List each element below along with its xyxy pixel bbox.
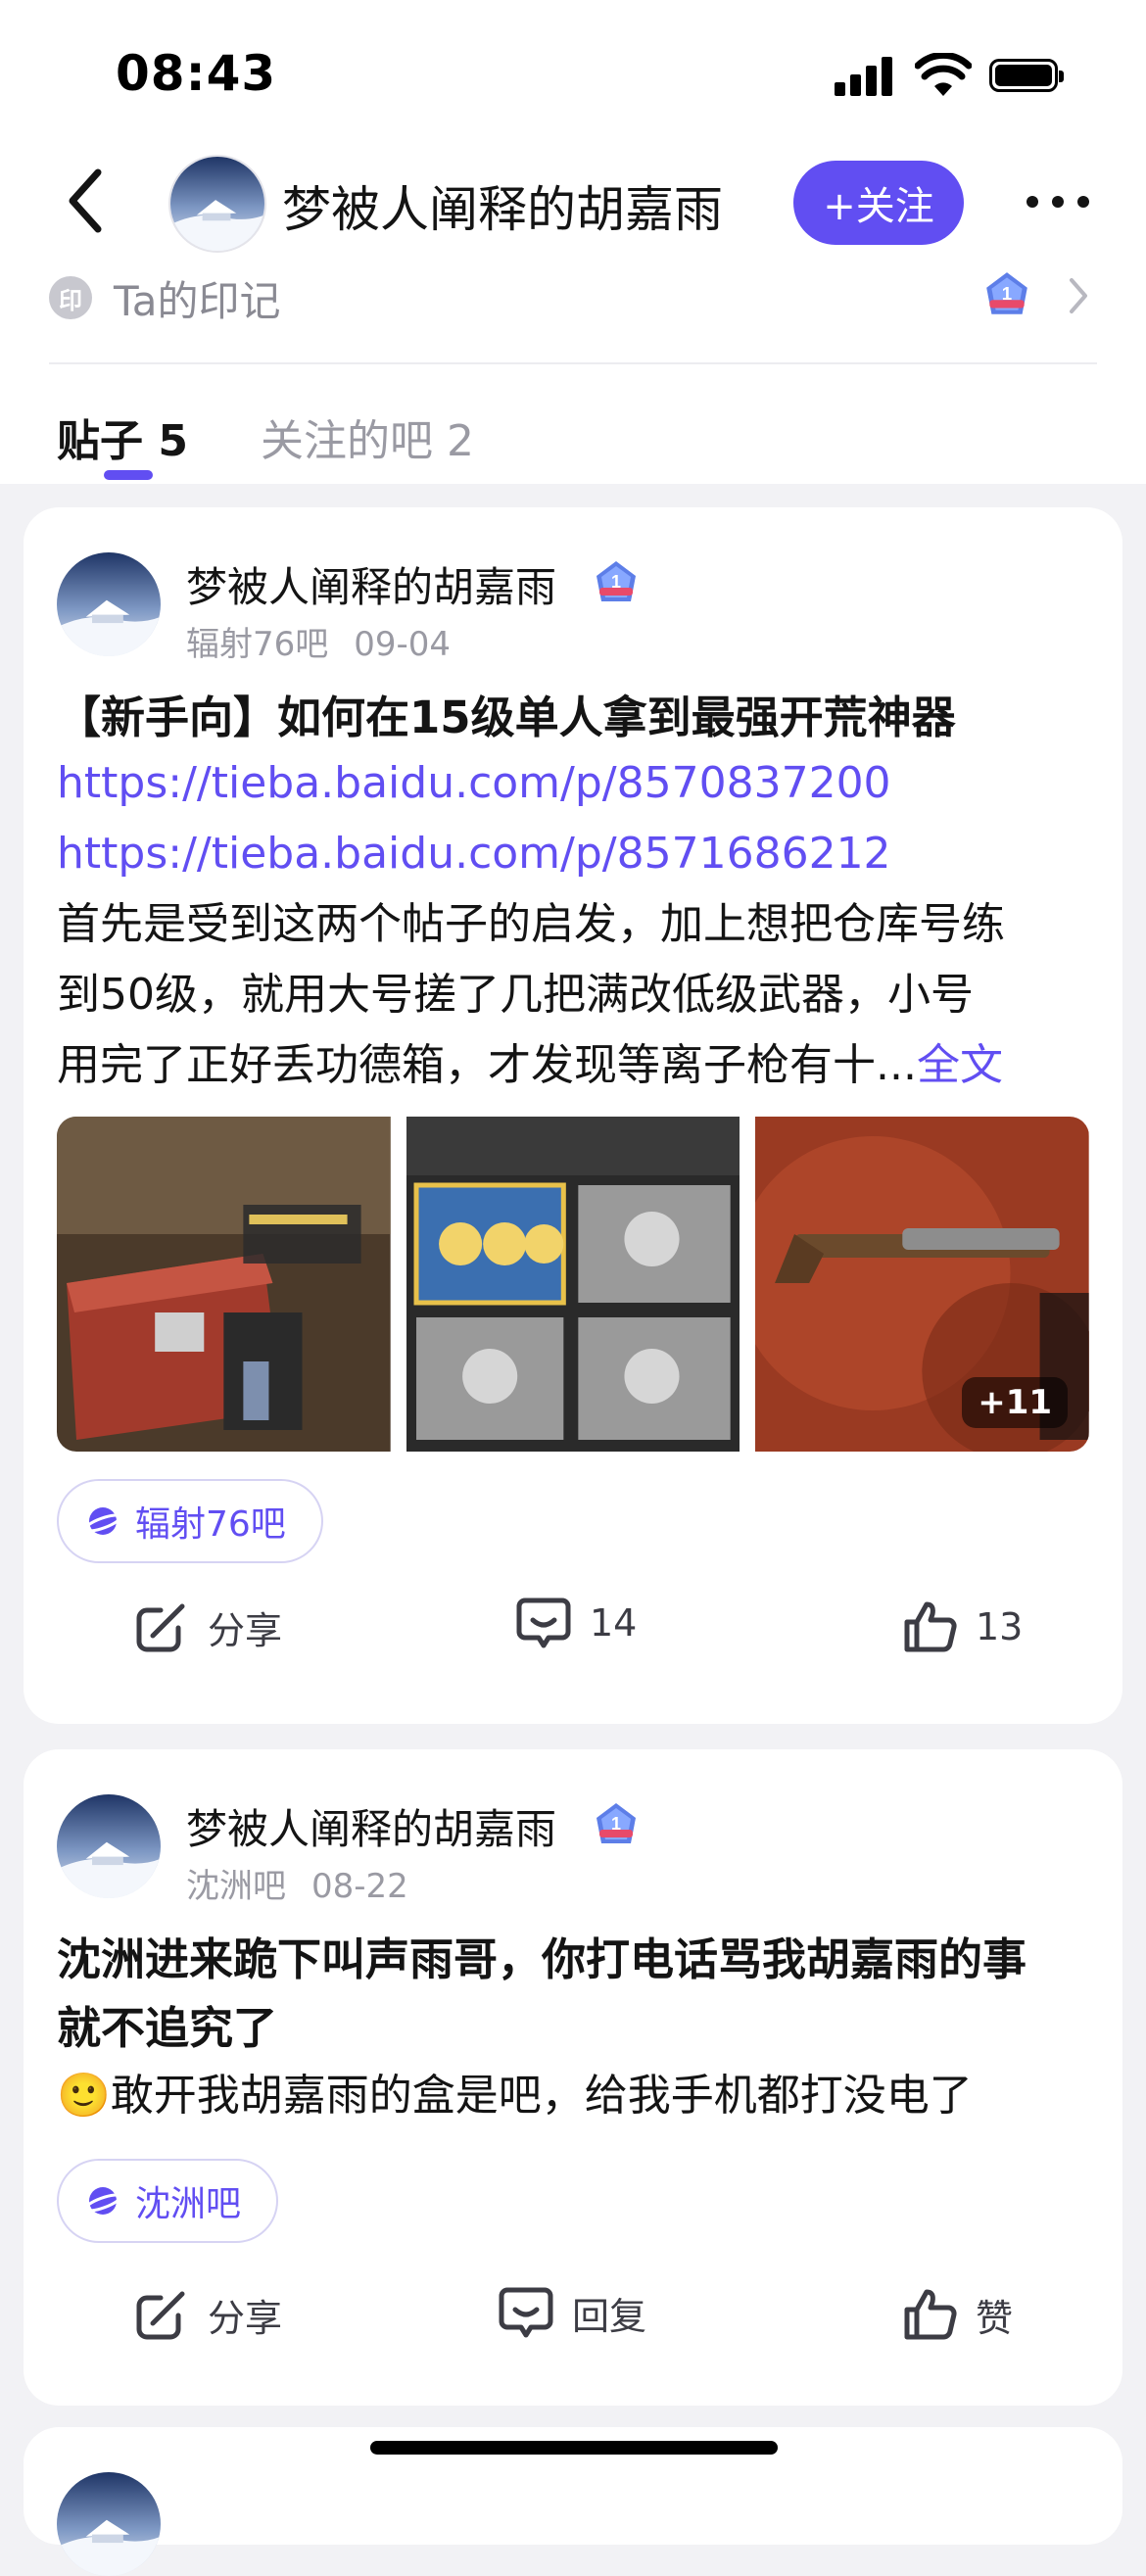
share-icon xyxy=(136,2291,185,2340)
level-badge-icon xyxy=(981,268,1032,321)
full-text-link[interactable]: 全文 xyxy=(917,1040,1003,1090)
battery-icon xyxy=(989,59,1064,92)
more-images-count[interactable]: +11 xyxy=(962,1377,1069,1428)
share-label: 分享 xyxy=(208,2296,283,2340)
comment-icon xyxy=(499,2287,553,2338)
forum-chip[interactable]: 沈洲吧 xyxy=(57,2159,279,2243)
user-name: 梦被人阐释的胡嘉雨 xyxy=(282,181,723,238)
share-button[interactable]: 分享 xyxy=(133,1598,282,1655)
back-arrow-icon[interactable] xyxy=(61,167,110,235)
reply-button[interactable]: 回复 xyxy=(498,2284,646,2341)
divider xyxy=(49,362,1097,364)
cellular-signal-icon xyxy=(835,55,895,96)
planet-icon xyxy=(84,2187,121,2215)
like-count: 13 xyxy=(976,1605,1024,1648)
seal-label[interactable]: Ta的印记 xyxy=(114,268,280,328)
active-tab-indicator xyxy=(104,470,153,480)
thumbs-up-icon xyxy=(904,2289,957,2340)
post-title[interactable]: 【新手向】如何在15级单人拿到最强开荒神器 xyxy=(57,684,1095,752)
forum-chip-label: 沈洲吧 xyxy=(135,2184,242,2224)
level-badge-icon xyxy=(592,558,641,607)
post-image[interactable] xyxy=(57,1117,391,1452)
title-line: 就不追究了 xyxy=(57,2002,278,2054)
like-button[interactable]: 13 xyxy=(901,1598,1023,1655)
body-line: 到50级，就用大号搓了几把满改低级武器，小号 xyxy=(57,970,974,1020)
wifi-icon xyxy=(915,53,972,96)
post-body[interactable]: 首先是受到这两个帖子的启发，加上想把仓库号练 到50级，就用大号搓了几把满改低级… xyxy=(57,889,1115,1101)
user-avatar[interactable] xyxy=(168,155,266,253)
planet-icon xyxy=(84,1507,121,1535)
forum-chip-label: 辐射76吧 xyxy=(135,1504,286,1545)
post-image[interactable] xyxy=(406,1117,740,1452)
post-author[interactable]: 梦被人阐释的胡嘉雨 xyxy=(186,554,556,614)
post-date: 09-04 xyxy=(354,625,452,664)
avatar[interactable] xyxy=(57,1794,161,1898)
post-date: 08-22 xyxy=(311,1867,408,1906)
post-link[interactable]: https://tieba.baidu.com/p/8570837200 xyxy=(57,758,891,808)
share-icon xyxy=(136,1603,185,1652)
chevron-right-icon[interactable] xyxy=(1068,276,1089,315)
share-button[interactable]: 分享 xyxy=(133,2286,282,2343)
home-indicator[interactable] xyxy=(370,2441,778,2455)
post-link[interactable]: https://tieba.baidu.com/p/8571686212 xyxy=(57,829,891,879)
post-body[interactable]: 🙂敢开我胡嘉雨的盒是吧，给我手机都打没电了 xyxy=(57,2061,1115,2131)
tab-posts[interactable]: 贴子 5 xyxy=(57,405,188,468)
post-card[interactable]: 梦被人阐释的胡嘉雨 沈洲吧 08-22 沈洲进来跪下叫声雨哥，你打电话骂我胡嘉雨的… xyxy=(24,1749,1122,2406)
share-label: 分享 xyxy=(208,1608,283,1652)
post-title[interactable]: 沈洲进来跪下叫声雨哥，你打电话骂我胡嘉雨的事 就不追究了 xyxy=(57,1926,1095,2063)
post-meta: 辐射76吧 09-04 xyxy=(186,617,451,665)
smile-emoji: 🙂 xyxy=(57,2071,111,2121)
post-author[interactable]: 梦被人阐释的胡嘉雨 xyxy=(186,1796,556,1856)
thumbs-up-icon xyxy=(904,1601,957,1652)
seal-icon: 印 xyxy=(49,276,92,319)
status-time: 08:43 xyxy=(116,45,277,102)
post-card[interactable]: 梦被人阐释的胡嘉雨 辐射76吧 09-04 【新手向】如何在15级单人拿到最强开荒… xyxy=(24,507,1122,1724)
post-meta: 沈洲吧 08-22 xyxy=(186,1859,408,1907)
like-button[interactable]: 赞 xyxy=(901,2286,1013,2343)
comment-button[interactable]: 14 xyxy=(515,1595,637,1651)
post-forum[interactable]: 辐射76吧 xyxy=(186,625,328,664)
reply-label: 回复 xyxy=(572,2294,647,2338)
body-line: 用完了正好丢功德箱，才发现等离子枪有十... xyxy=(57,1040,917,1090)
forum-chip[interactable]: 辐射76吧 xyxy=(57,1479,323,1563)
more-options-icon[interactable] xyxy=(1027,196,1089,208)
body-line: 首先是受到这两个帖子的启发，加上想把仓库号练 xyxy=(57,899,1005,949)
like-label: 赞 xyxy=(976,2296,1014,2340)
title-line: 沈洲进来跪下叫声雨哥，你打电话骂我胡嘉雨的事 xyxy=(57,1933,1027,1985)
body-line: 敢开我胡嘉雨的盒是吧，给我手机都打没电了 xyxy=(110,2071,973,2121)
post-image-grid: +11 xyxy=(57,1117,1089,1452)
avatar[interactable] xyxy=(57,552,161,656)
tab-followed-bars[interactable]: 关注的吧 2 xyxy=(261,405,474,468)
avatar[interactable] xyxy=(57,2472,161,2576)
post-image[interactable]: +11 xyxy=(755,1117,1089,1452)
comment-count: 14 xyxy=(590,1601,638,1645)
follow-button[interactable]: +关注 xyxy=(793,161,964,245)
post-forum[interactable]: 沈洲吧 xyxy=(186,1867,286,1906)
comment-icon xyxy=(516,1598,571,1648)
level-badge-icon xyxy=(592,1800,641,1849)
